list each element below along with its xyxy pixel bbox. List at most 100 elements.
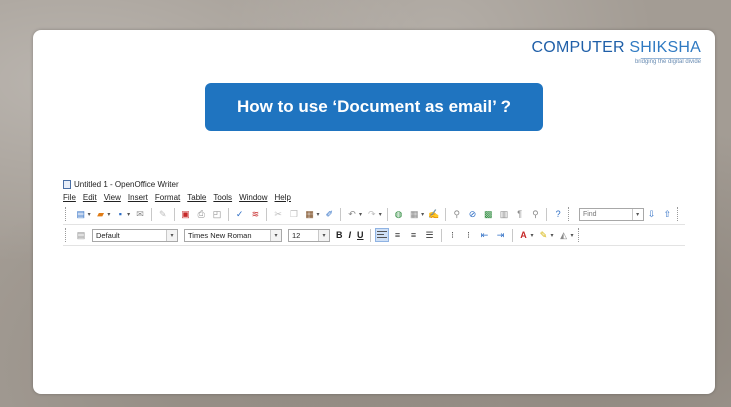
autospellcheck-icon[interactable]: ≋	[250, 208, 262, 220]
menu-tools-label: Tools	[213, 192, 233, 202]
menu-bar: File Edit View Insert Format Table Tools…	[63, 190, 685, 204]
undo-dropdown-icon[interactable]: ▾	[359, 211, 362, 218]
save-icon[interactable]: ▪	[114, 208, 126, 220]
toolbar-separator	[511, 228, 513, 242]
font-name-select[interactable]: Times New Roman ▾	[184, 228, 282, 242]
clone-formatting-icon[interactable]: ✐	[323, 208, 335, 220]
bold-button[interactable]: B	[336, 230, 343, 240]
zoom-icon[interactable]: ⚲	[530, 208, 542, 220]
chevron-down-icon[interactable]: ▾	[270, 229, 281, 241]
menu-file[interactable]: File	[63, 193, 76, 202]
italic-button[interactable]: I	[349, 230, 352, 240]
find-next-icon[interactable]: ⇩	[646, 208, 658, 220]
decrease-indent-icon[interactable]: ⇤	[479, 229, 491, 241]
toolbar-separator	[340, 207, 342, 221]
logo-part1: COMPUTER	[531, 39, 625, 56]
chevron-down-icon[interactable]: ▾	[631, 208, 643, 220]
formatting-marks-icon[interactable]: ¶	[514, 208, 526, 220]
gallery-icon[interactable]: ▩	[482, 208, 494, 220]
toolbar-separator	[386, 207, 388, 221]
toolbar-grip[interactable]	[568, 207, 572, 221]
toolbar-separator	[266, 207, 268, 221]
find-input[interactable]: Find ▾	[578, 207, 644, 221]
new-dropdown-icon[interactable]: ▾	[88, 211, 91, 218]
font-name-value: Times New Roman	[188, 230, 252, 240]
increase-indent-icon[interactable]: ⇥	[495, 229, 507, 241]
toolbar-separator	[546, 207, 548, 221]
email-document-icon[interactable]: ✉	[134, 208, 146, 220]
toolbar-grip[interactable]	[65, 207, 69, 221]
toolbar-separator	[444, 207, 446, 221]
toolbar-grip[interactable]	[677, 207, 681, 221]
export-pdf-icon[interactable]: ▣	[180, 208, 192, 220]
justify-icon[interactable]: ☰	[424, 229, 436, 241]
table-dropdown-icon[interactable]: ▾	[421, 211, 424, 218]
menu-edit[interactable]: Edit	[83, 193, 97, 202]
highlighting-icon[interactable]: ✎	[538, 229, 550, 241]
formatting-toolbar: ▤ Default ▾ Times New Roman ▾ 12 ▾ B I U…	[63, 225, 685, 246]
undo-icon[interactable]: ↶	[346, 208, 358, 220]
window-title: Untitled 1 - OpenOffice Writer	[74, 179, 179, 189]
menu-format-label: Format	[154, 192, 181, 202]
menu-insert[interactable]: Insert	[128, 193, 148, 202]
font-size-select[interactable]: 12 ▾	[288, 228, 330, 242]
menu-tools[interactable]: Tools	[213, 193, 232, 202]
menu-format[interactable]: Format	[155, 193, 180, 202]
spellcheck-icon[interactable]: ✓	[234, 208, 246, 220]
show-draw-functions-icon[interactable]: ✍	[428, 208, 440, 220]
find-replace-icon[interactable]: ⚲	[451, 208, 463, 220]
print-icon[interactable]: ⎙	[195, 208, 207, 220]
slide-card: COMPUTER SHIKSHA bridging the digital di…	[33, 30, 715, 394]
redo-dropdown-icon[interactable]: ▾	[379, 211, 382, 218]
copy-icon[interactable]: ❐	[288, 208, 300, 220]
open-folder-icon[interactable]: ▰	[95, 208, 107, 220]
find-previous-icon[interactable]: ⇧	[661, 208, 673, 220]
styles-formatting-icon[interactable]: ▤	[75, 229, 87, 241]
toolbar-grip[interactable]	[65, 228, 69, 242]
toolbar-grip[interactable]	[577, 228, 582, 242]
align-center-icon[interactable]: ≡	[392, 229, 404, 241]
toolbar-separator	[369, 228, 371, 242]
align-left-icon[interactable]	[374, 228, 389, 242]
menu-help[interactable]: Help	[275, 193, 291, 202]
underline-button[interactable]: U	[357, 230, 364, 240]
find-placeholder: Find	[582, 210, 597, 218]
data-sources-icon[interactable]: ▥	[498, 208, 510, 220]
background-color-icon[interactable]: ◭	[558, 229, 570, 241]
paste-dropdown-icon[interactable]: ▾	[316, 211, 319, 218]
menu-edit-label: Edit	[82, 192, 97, 202]
chevron-down-icon[interactable]: ▾	[166, 229, 177, 241]
font-color-icon[interactable]: A	[518, 229, 530, 241]
menu-view[interactable]: View	[104, 193, 121, 202]
openoffice-writer-window: Untitled 1 - OpenOffice Writer File Edit…	[63, 178, 685, 246]
numbering-icon[interactable]: ⁝	[447, 229, 459, 241]
table-icon[interactable]: ▦	[408, 208, 420, 220]
toolbar-separator	[227, 207, 229, 221]
help-icon[interactable]: ?	[552, 208, 564, 220]
new-document-icon[interactable]: ▤	[75, 208, 87, 220]
menu-window[interactable]: Window	[239, 193, 267, 202]
align-right-icon[interactable]: ≡	[408, 229, 420, 241]
menu-table[interactable]: Table	[187, 193, 206, 202]
cut-icon[interactable]: ✂	[272, 208, 284, 220]
menu-insert-label: Insert	[127, 192, 148, 202]
writer-app-icon	[63, 179, 71, 189]
edit-file-icon[interactable]: ✎	[157, 208, 169, 220]
paragraph-style-select[interactable]: Default ▾	[92, 228, 178, 242]
bg-dropdown-icon[interactable]: ▾	[571, 232, 574, 239]
bullets-icon[interactable]: ⁝	[463, 229, 475, 241]
font-color-dropdown-icon[interactable]: ▾	[531, 232, 534, 239]
navigator-icon[interactable]: ⊘	[467, 208, 479, 220]
chevron-down-icon[interactable]: ▾	[318, 229, 329, 241]
page-preview-icon[interactable]: ◰	[211, 208, 223, 220]
open-dropdown-icon[interactable]: ▾	[107, 211, 110, 218]
menu-help-label: Help	[274, 192, 291, 202]
hyperlink-icon[interactable]: ◍	[393, 208, 405, 220]
highlight-dropdown-icon[interactable]: ▾	[551, 232, 554, 239]
paste-icon[interactable]: ▦	[304, 208, 316, 220]
font-size-value: 12	[292, 230, 301, 240]
save-dropdown-icon[interactable]: ▾	[127, 211, 130, 218]
redo-icon[interactable]: ↷	[366, 208, 378, 220]
window-titlebar: Untitled 1 - OpenOffice Writer	[63, 178, 685, 190]
logo-text: COMPUTER SHIKSHA	[532, 39, 701, 57]
